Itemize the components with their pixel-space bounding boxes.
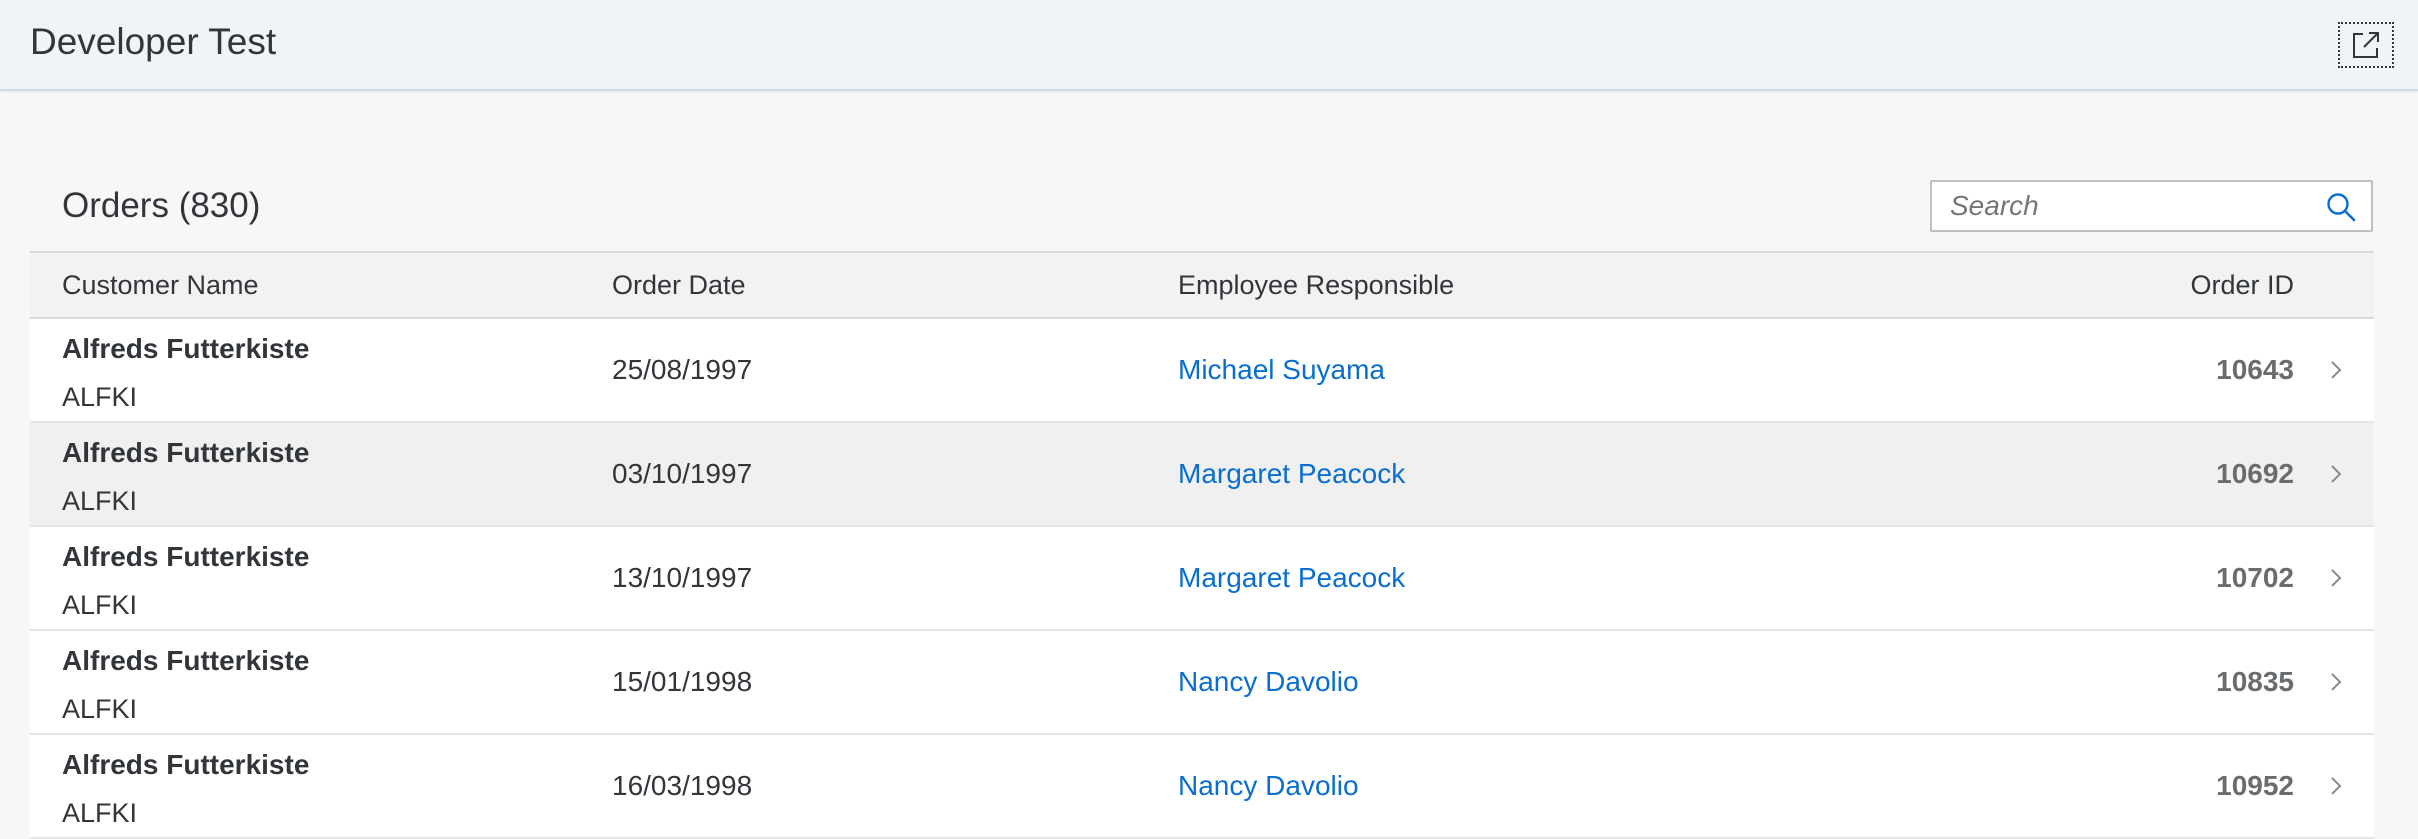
search-icon[interactable] [2325,191,2357,223]
page-content: Orders (830) Search Customer Name Order … [0,93,2418,839]
customer-name: Alfreds Futterkiste [62,541,310,572]
order-date: 13/10/1997 [612,562,753,593]
order-id: 10702 [2216,562,2294,593]
customer-name: Alfreds Futterkiste [62,749,310,780]
employee-link[interactable]: Margaret Peacock [1178,423,1405,525]
customer-name: Alfreds Futterkiste [62,333,310,364]
shell-bar: Developer Test [0,0,2418,91]
chevron-right-icon[interactable] [2324,564,2348,592]
table-row[interactable]: Alfreds Futterkiste ALFKI 15/01/1998 Nan… [30,631,2374,735]
customer-name: Alfreds Futterkiste [62,437,310,468]
employee-link[interactable]: Nancy Davolio [1178,735,1359,837]
customer-id: ALFKI [62,694,138,724]
customer-id: ALFKI [62,486,138,516]
customer-id: ALFKI [62,798,138,828]
customer-id: ALFKI [62,382,138,412]
order-id: 10692 [2216,458,2294,489]
employee-link[interactable]: Nancy Davolio [1178,631,1359,733]
search-input[interactable]: Search [1930,180,2373,232]
table-row[interactable]: Alfreds Futterkiste ALFKI 03/10/1997 Mar… [30,423,2374,527]
order-date: 16/03/1998 [612,770,753,801]
order-date: 15/01/1998 [612,666,753,697]
chevron-right-icon[interactable] [2324,460,2348,488]
order-date: 25/08/1997 [612,354,753,385]
table-header: Customer Name Order Date Employee Respon… [30,251,2374,319]
table-row[interactable]: Alfreds Futterkiste ALFKI 13/10/1997 Mar… [30,527,2374,631]
column-header-date: Order Date [612,270,746,300]
table-row[interactable]: Alfreds Futterkiste ALFKI 25/08/1997 Mic… [30,319,2374,423]
chevron-right-icon[interactable] [2324,772,2348,800]
order-date: 03/10/1997 [612,458,753,489]
chevron-right-icon[interactable] [2324,356,2348,384]
column-header-customer: Customer Name [62,270,259,300]
customer-name: Alfreds Futterkiste [62,645,310,676]
employee-link[interactable]: Michael Suyama [1178,319,1385,421]
chevron-right-icon[interactable] [2324,668,2348,696]
app-title: Developer Test [30,21,277,62]
column-header-employee: Employee Responsible [1178,270,1455,300]
list-title: Orders (830) [62,186,261,225]
share-icon [2353,32,2379,58]
table-row[interactable]: Alfreds Futterkiste ALFKI 16/03/1998 Nan… [30,735,2374,839]
column-header-order-id: Order ID [2190,270,2294,300]
order-id: 10952 [2216,770,2294,801]
search-placeholder: Search [1950,190,2039,221]
orders-table: Customer Name Order Date Employee Respon… [30,251,2374,839]
customer-id: ALFKI [62,590,138,620]
employee-link[interactable]: Margaret Peacock [1178,527,1405,629]
share-button[interactable] [2338,22,2394,68]
order-id: 10643 [2216,354,2294,385]
order-id: 10835 [2216,666,2294,697]
